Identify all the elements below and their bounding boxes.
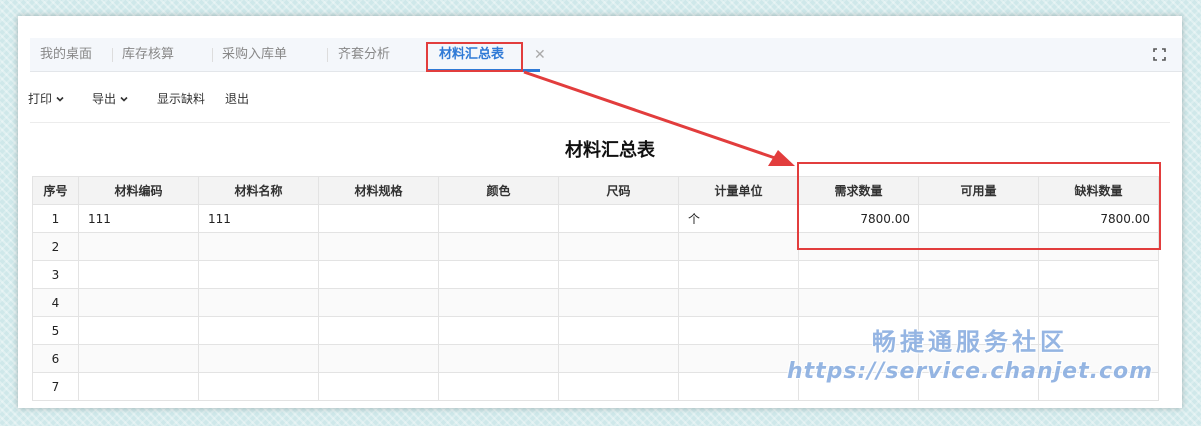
cell-material-spec[interactable] xyxy=(318,232,439,261)
tab-inventory-accounting[interactable]: 库存核算 xyxy=(122,38,174,72)
cell-size[interactable] xyxy=(558,344,679,373)
column-header-material-spec[interactable]: 材料规格 xyxy=(318,176,439,205)
cell-material-spec[interactable] xyxy=(318,288,439,317)
cell-material-code[interactable] xyxy=(78,232,199,261)
column-header-unit[interactable]: 计量单位 xyxy=(678,176,799,205)
cell-available-qty[interactable] xyxy=(918,260,1039,289)
cell-material-name[interactable] xyxy=(198,288,319,317)
cell-index: 3 xyxy=(32,260,79,289)
cell-color[interactable] xyxy=(438,204,559,233)
cell-material-name[interactable] xyxy=(198,232,319,261)
print-label: 打印 xyxy=(28,92,53,106)
chevron-down-icon xyxy=(120,96,128,102)
cell-color[interactable] xyxy=(438,344,559,373)
cell-unit[interactable]: 个 xyxy=(678,204,799,233)
cell-material-name[interactable] xyxy=(198,260,319,289)
cell-material-name[interactable] xyxy=(198,372,319,401)
cell-unit[interactable] xyxy=(678,232,799,261)
cell-material-spec[interactable] xyxy=(318,344,439,373)
close-icon[interactable]: ✕ xyxy=(534,38,546,72)
column-header-index[interactable]: 序号 xyxy=(32,176,79,205)
cell-unit[interactable] xyxy=(678,288,799,317)
fullscreen-icon[interactable] xyxy=(1153,48,1166,61)
table-row[interactable]: 3 xyxy=(32,260,1159,289)
report-title: 材料汇总表 xyxy=(565,140,655,161)
cell-material-code[interactable]: 111 xyxy=(78,204,199,233)
cell-color[interactable] xyxy=(438,372,559,401)
column-header-material-name[interactable]: 材料名称 xyxy=(198,176,319,205)
watermark-url: https://service.chanjet.com xyxy=(786,359,1154,384)
cell-color[interactable] xyxy=(438,232,559,261)
watermark: 畅捷通服务社区 https://service.chanjet.com xyxy=(780,322,1160,384)
cell-shortage-qty[interactable] xyxy=(1038,288,1159,317)
toolbar: 打印 导出 显示缺料 退出 xyxy=(28,82,1182,114)
tab-purchase-receipt[interactable]: 采购入库单 xyxy=(222,38,287,72)
cell-material-code[interactable] xyxy=(78,316,199,345)
cell-material-code[interactable] xyxy=(78,372,199,401)
tab-my-desktop[interactable]: 我的桌面 xyxy=(40,38,92,72)
cell-material-spec[interactable] xyxy=(318,204,439,233)
cell-size[interactable] xyxy=(558,316,679,345)
cell-color[interactable] xyxy=(438,288,559,317)
cell-available-qty[interactable] xyxy=(918,288,1039,317)
tab-divider xyxy=(212,48,213,62)
tab-bar: 我的桌面 库存核算 采购入库单 齐套分析 材料汇总表 ✕ xyxy=(30,38,1182,72)
cell-size[interactable] xyxy=(558,260,679,289)
exit-button[interactable]: 退出 xyxy=(225,90,249,107)
cell-size[interactable] xyxy=(558,372,679,401)
cell-color[interactable] xyxy=(438,316,559,345)
quantity-columns-highlight-box xyxy=(797,162,1161,250)
cell-size[interactable] xyxy=(558,288,679,317)
cell-index: 5 xyxy=(32,316,79,345)
column-header-size[interactable]: 尺码 xyxy=(558,176,679,205)
cell-material-name[interactable]: 111 xyxy=(198,204,319,233)
cell-material-code[interactable] xyxy=(78,288,199,317)
show-shortage-button[interactable]: 显示缺料 xyxy=(157,90,205,107)
column-header-material-code[interactable]: 材料编码 xyxy=(78,176,199,205)
cell-index: 2 xyxy=(32,232,79,261)
cell-material-spec[interactable] xyxy=(318,316,439,345)
column-header-color[interactable]: 颜色 xyxy=(438,176,559,205)
cell-index: 1 xyxy=(32,204,79,233)
tab-divider xyxy=(112,48,113,62)
cell-required-qty[interactable] xyxy=(798,288,919,317)
cell-material-code[interactable] xyxy=(78,260,199,289)
cell-size[interactable] xyxy=(558,232,679,261)
print-button[interactable]: 打印 xyxy=(28,90,64,107)
cell-index: 6 xyxy=(32,344,79,373)
cell-material-code[interactable] xyxy=(78,344,199,373)
chevron-down-icon xyxy=(56,96,64,102)
cell-required-qty[interactable] xyxy=(798,260,919,289)
active-tab-highlight-box xyxy=(426,42,523,72)
cell-shortage-qty[interactable] xyxy=(1038,260,1159,289)
export-button[interactable]: 导出 xyxy=(92,90,128,107)
cell-material-name[interactable] xyxy=(198,344,319,373)
cell-color[interactable] xyxy=(438,260,559,289)
export-label: 导出 xyxy=(92,92,117,106)
cell-material-spec[interactable] xyxy=(318,372,439,401)
toolbar-divider xyxy=(30,122,1170,123)
cell-unit[interactable] xyxy=(678,260,799,289)
cell-size[interactable] xyxy=(558,204,679,233)
cell-material-spec[interactable] xyxy=(318,260,439,289)
tab-divider xyxy=(327,48,328,62)
table-row[interactable]: 4 xyxy=(32,288,1159,317)
cell-index: 7 xyxy=(32,372,79,401)
watermark-title: 畅捷通服务社区 xyxy=(872,328,1068,356)
tab-kit-analysis[interactable]: 齐套分析 xyxy=(338,38,390,72)
cell-material-name[interactable] xyxy=(198,316,319,345)
cell-index: 4 xyxy=(32,288,79,317)
